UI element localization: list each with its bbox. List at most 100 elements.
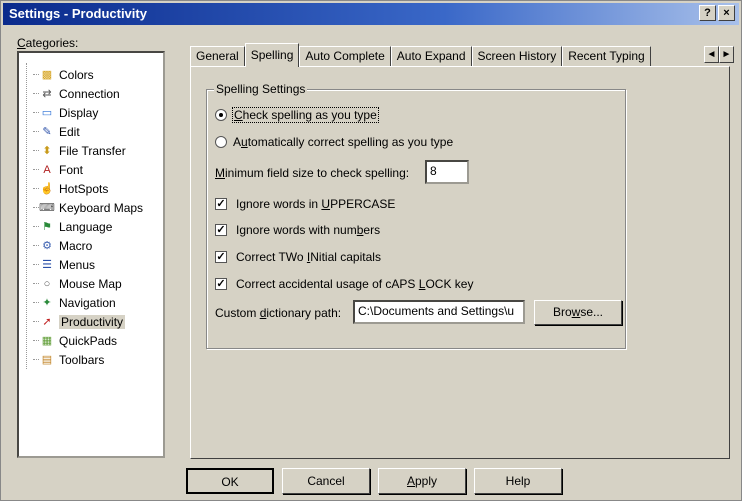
category-item[interactable]: ✦ Navigation bbox=[33, 293, 163, 312]
tree-stub bbox=[33, 245, 39, 246]
category-item[interactable]: ▦ QuickPads bbox=[33, 331, 163, 350]
tab-strip: General Spelling Auto Complete Auto Expand S… bbox=[190, 43, 651, 67]
navigation-icon: ✦ bbox=[42, 296, 52, 309]
edit-icon: ✎ bbox=[42, 125, 52, 138]
tree-stub bbox=[33, 74, 39, 75]
category-label: Mouse Map bbox=[59, 276, 122, 291]
tree-stub bbox=[33, 207, 39, 208]
checkbox-label: Correct accidental usage of cAPS LOCK ke… bbox=[236, 277, 474, 291]
checkbox[interactable]: ✓ bbox=[215, 224, 227, 236]
option-correct-caps-lock[interactable]: ✓ Correct accidental usage of cAPS LOCK … bbox=[215, 277, 473, 291]
category-item[interactable]: ➚ Productivity bbox=[33, 312, 163, 331]
window-title: Settings - Productivity bbox=[9, 6, 147, 21]
category-item[interactable]: ⬍ File Transfer bbox=[33, 141, 163, 160]
quickpads-icon: ▦ bbox=[41, 334, 53, 347]
checkbox[interactable]: ✓ bbox=[215, 251, 227, 263]
category-item[interactable]: ▩ Colors bbox=[33, 65, 163, 84]
tab-recent-typing[interactable]: Recent Typing bbox=[562, 46, 651, 67]
tab-general[interactable]: General bbox=[190, 46, 245, 67]
toolbars-icon: ▤ bbox=[41, 353, 53, 366]
category-label: HotSpots bbox=[59, 181, 109, 196]
option-ignore-numbers[interactable]: ✓ Ignore words with numbers bbox=[215, 223, 380, 237]
help-dialog-button[interactable]: Help bbox=[474, 468, 562, 494]
radio-indicator[interactable] bbox=[215, 109, 227, 121]
option-ignore-uppercase[interactable]: ✓ Ignore words in UPPERCASE bbox=[215, 197, 395, 211]
category-item[interactable]: ▤ Toolbars bbox=[33, 350, 163, 369]
macro-icon: ⚙ bbox=[42, 239, 52, 252]
tree-stub bbox=[33, 340, 39, 341]
dictionary-path-input[interactable]: C:\Documents and Settings\u bbox=[353, 300, 525, 324]
tab-auto-expand[interactable]: Auto Expand bbox=[390, 46, 472, 67]
category-item[interactable]: ☝ HotSpots bbox=[33, 179, 163, 198]
category-item[interactable]: ▭ Display bbox=[33, 103, 163, 122]
tab-auto-complete[interactable]: Auto Complete bbox=[299, 46, 391, 67]
categories-label: Categories: bbox=[17, 36, 79, 50]
cancel-button[interactable]: Cancel bbox=[282, 468, 370, 494]
category-item[interactable]: ✎ Edit bbox=[33, 122, 163, 141]
tree-stub bbox=[33, 226, 39, 227]
tree-stub bbox=[33, 112, 39, 113]
checkbox-label: Correct TWo INitial capitals bbox=[236, 250, 381, 264]
mouse-icon: ○ bbox=[43, 277, 51, 290]
productivity-icon: ➚ bbox=[42, 315, 52, 328]
ok-button[interactable]: OK bbox=[186, 468, 274, 494]
category-label: Font bbox=[59, 162, 84, 177]
radio-check-as-you-type[interactable]: Check spelling as you type bbox=[215, 107, 379, 123]
radio-indicator[interactable] bbox=[215, 136, 227, 148]
category-item[interactable]: ⌨ Keyboard Maps bbox=[33, 198, 163, 217]
close-button[interactable]: × bbox=[718, 5, 735, 21]
language-icon: ⚑ bbox=[42, 220, 52, 233]
menus-icon: ☰ bbox=[42, 258, 52, 271]
checkbox-label: Ignore words in UPPERCASE bbox=[236, 197, 396, 211]
radio-auto-correct[interactable]: Automatically correct spelling as you ty… bbox=[215, 135, 453, 149]
tab-screen-history[interactable]: Screen History bbox=[471, 46, 563, 67]
category-item[interactable]: ⚑ Language bbox=[33, 217, 163, 236]
tab-spelling[interactable]: Spelling bbox=[244, 43, 300, 67]
radio-label: Check spelling as you type bbox=[232, 107, 379, 123]
checkbox[interactable]: ✓ bbox=[215, 198, 227, 210]
font-icon: A bbox=[43, 163, 51, 176]
category-label: Menus bbox=[59, 257, 96, 272]
category-item[interactable]: A Font bbox=[33, 160, 163, 179]
option-correct-two-initial-capitals[interactable]: ✓ Correct TWo INitial capitals bbox=[215, 250, 381, 264]
tab-scroll-left-icon[interactable]: ◄ bbox=[704, 46, 719, 63]
category-label: Toolbars bbox=[59, 352, 105, 367]
tree-connector bbox=[26, 63, 27, 369]
category-label: QuickPads bbox=[59, 333, 118, 348]
category-label: Connection bbox=[59, 86, 120, 101]
category-label: Keyboard Maps bbox=[59, 200, 144, 215]
category-label: Edit bbox=[59, 124, 80, 139]
category-item[interactable]: ⇄ Connection bbox=[33, 84, 163, 103]
category-label: File Transfer bbox=[59, 143, 126, 158]
tree-stub bbox=[33, 131, 39, 132]
hotspots-icon: ☝ bbox=[40, 182, 54, 195]
tree-stub bbox=[33, 264, 39, 265]
category-label: Navigation bbox=[59, 295, 116, 310]
tab-scroll-buttons: ◄ ► bbox=[704, 46, 734, 63]
category-item[interactable]: ⚙ Macro bbox=[33, 236, 163, 255]
min-field-label: Minimum field size to check spelling: bbox=[215, 166, 410, 180]
tab-scroll-right-icon[interactable]: ► bbox=[719, 46, 734, 63]
browse-button[interactable]: Browse... bbox=[534, 300, 622, 325]
category-label: Colors bbox=[59, 67, 94, 82]
apply-button[interactable]: Apply bbox=[378, 468, 466, 494]
category-item[interactable]: ☰ Menus bbox=[33, 255, 163, 274]
category-label: Productivity bbox=[59, 314, 126, 329]
dictionary-path-label: Custom dictionary path: bbox=[215, 306, 342, 320]
min-field-size-input[interactable]: 8 bbox=[425, 160, 469, 184]
tree-stub bbox=[33, 302, 39, 303]
connection-icon: ⇄ bbox=[42, 87, 52, 100]
checkbox[interactable]: ✓ bbox=[215, 278, 227, 290]
category-label: Display bbox=[59, 105, 99, 120]
display-icon: ▭ bbox=[41, 106, 53, 119]
tree-stub bbox=[33, 169, 39, 170]
category-label: Macro bbox=[59, 238, 93, 253]
tree-stub bbox=[33, 359, 39, 360]
tree-stub bbox=[33, 283, 39, 284]
help-button[interactable]: ? bbox=[699, 5, 716, 21]
categories-tree[interactable]: ▩ Colors ⇄ Connection ▭ Display ✎ Edit ⬍ File Tra… bbox=[17, 51, 165, 458]
tree-stub bbox=[33, 188, 39, 189]
group-title: Spelling Settings bbox=[214, 82, 308, 96]
category-item[interactable]: ○ Mouse Map bbox=[33, 274, 163, 293]
colors-icon: ▩ bbox=[41, 68, 53, 81]
